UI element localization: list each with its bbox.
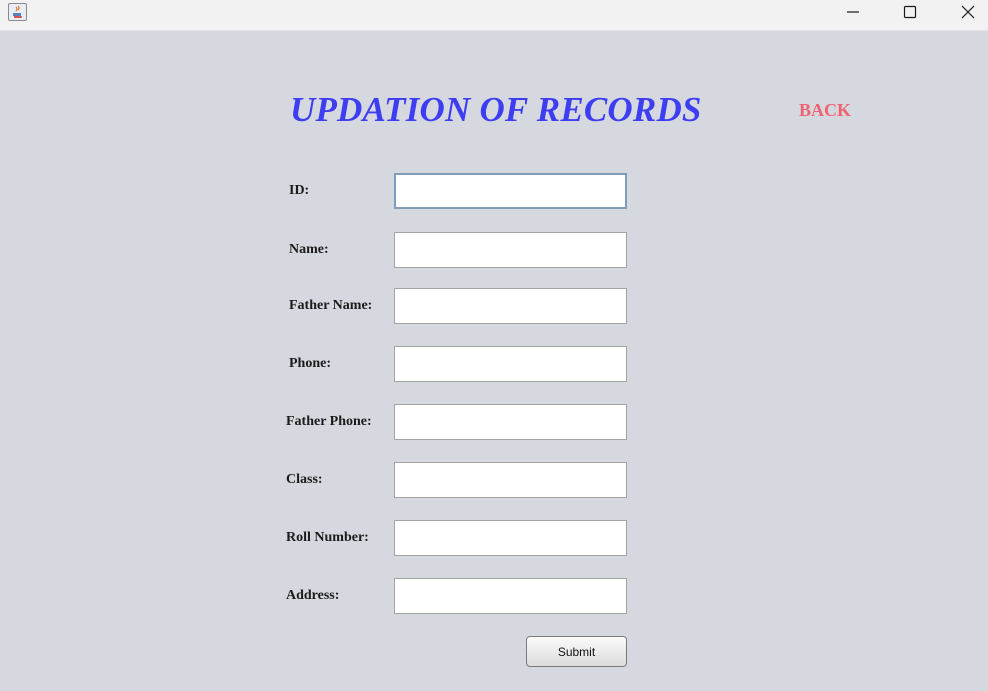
class-label: Class:	[286, 472, 323, 487]
roll-number-field[interactable]	[394, 520, 627, 556]
address-label: Address:	[286, 588, 340, 603]
close-button[interactable]	[945, 0, 988, 30]
father-name-field[interactable]	[394, 288, 627, 324]
page-title: UPDATION OF RECORDS	[290, 90, 702, 129]
submit-button[interactable]: Submit	[526, 636, 627, 667]
minimize-button[interactable]	[830, 0, 876, 30]
father-phone-label: Father Phone:	[286, 414, 372, 429]
father-phone-field[interactable]	[394, 404, 627, 440]
phone-label: Phone:	[289, 356, 331, 371]
roll-number-label: Roll Number:	[286, 530, 369, 545]
java-app-icon	[8, 3, 27, 21]
id-label: ID:	[289, 183, 310, 198]
maximize-icon	[903, 5, 917, 19]
back-link[interactable]: BACK	[799, 100, 851, 121]
name-field[interactable]	[394, 232, 627, 268]
close-icon	[961, 5, 975, 19]
minimize-icon	[847, 11, 859, 13]
class-field[interactable]	[394, 462, 627, 498]
father-name-label: Father Name:	[289, 298, 373, 313]
address-field[interactable]	[394, 578, 627, 614]
maximize-button[interactable]	[887, 0, 933, 30]
phone-field[interactable]	[394, 346, 627, 382]
id-field[interactable]	[394, 173, 627, 209]
window-titlebar	[0, 0, 988, 31]
name-label: Name:	[289, 242, 329, 257]
